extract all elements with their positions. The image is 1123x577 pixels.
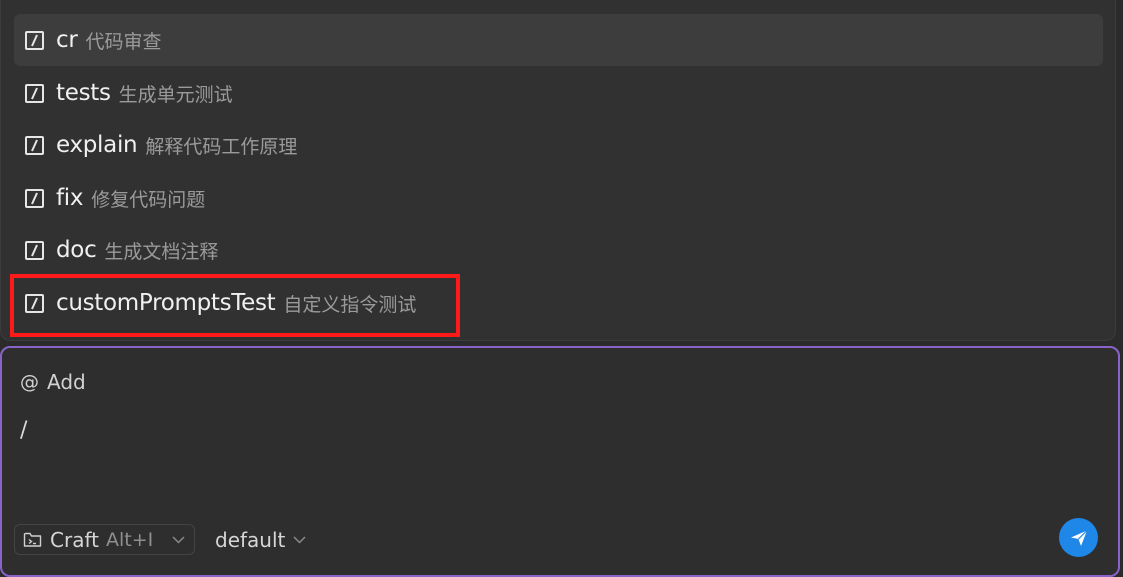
chevron-down-icon xyxy=(172,535,185,544)
chat-composer[interactable]: @ Add / Craft Alt+I default xyxy=(0,346,1120,577)
command-description: 自定义指令测试 xyxy=(283,293,417,316)
chevron-down-icon xyxy=(293,536,306,544)
command-name: tests xyxy=(56,80,111,106)
command-item-doc[interactable]: doc 生成文档注释 xyxy=(14,224,1103,276)
add-context-label: Add xyxy=(47,370,86,394)
command-name: fix xyxy=(56,185,84,211)
slash-command-popup: cr 代码审查 tests 生成单元测试 explain 解释代码工作原理 fi… xyxy=(0,0,1116,341)
send-button[interactable] xyxy=(1059,518,1098,557)
command-item-tests[interactable]: tests 生成单元测试 xyxy=(14,67,1103,119)
at-sign-icon: @ xyxy=(20,371,39,393)
command-description: 解释代码工作原理 xyxy=(145,135,298,158)
slash-square-icon xyxy=(25,188,44,208)
add-context-button[interactable]: @ Add xyxy=(20,370,86,394)
command-name: customPromptsTest xyxy=(56,290,276,316)
message-input[interactable]: / xyxy=(20,418,27,443)
command-name: explain xyxy=(56,132,138,158)
mode-shortcut: Alt+I xyxy=(105,528,154,551)
paper-plane-icon xyxy=(1069,528,1089,548)
command-item-explain[interactable]: explain 解释代码工作原理 xyxy=(14,119,1103,171)
command-name: cr xyxy=(56,27,78,53)
slash-square-icon xyxy=(25,135,44,155)
command-description: 修复代码问题 xyxy=(91,188,206,211)
slash-square-icon xyxy=(25,30,44,50)
command-description: 生成文档注释 xyxy=(104,240,219,263)
slash-square-icon xyxy=(25,240,44,260)
model-label: default xyxy=(215,528,286,552)
mode-selector[interactable]: Craft Alt+I xyxy=(14,524,195,555)
command-description: 代码审查 xyxy=(85,30,162,53)
terminal-folder-icon xyxy=(23,531,42,548)
command-item-fix[interactable]: fix 修复代码问题 xyxy=(14,172,1103,224)
model-selector[interactable]: default xyxy=(215,525,306,555)
command-item-customPromptsTest[interactable]: customPromptsTest 自定义指令测试 xyxy=(14,277,1103,329)
command-name: doc xyxy=(56,237,97,263)
mode-label: Craft xyxy=(50,527,99,552)
command-item-cr[interactable]: cr 代码审查 xyxy=(14,14,1103,66)
command-description: 生成单元测试 xyxy=(118,83,233,106)
slash-square-icon xyxy=(25,293,44,313)
slash-square-icon xyxy=(25,83,44,103)
